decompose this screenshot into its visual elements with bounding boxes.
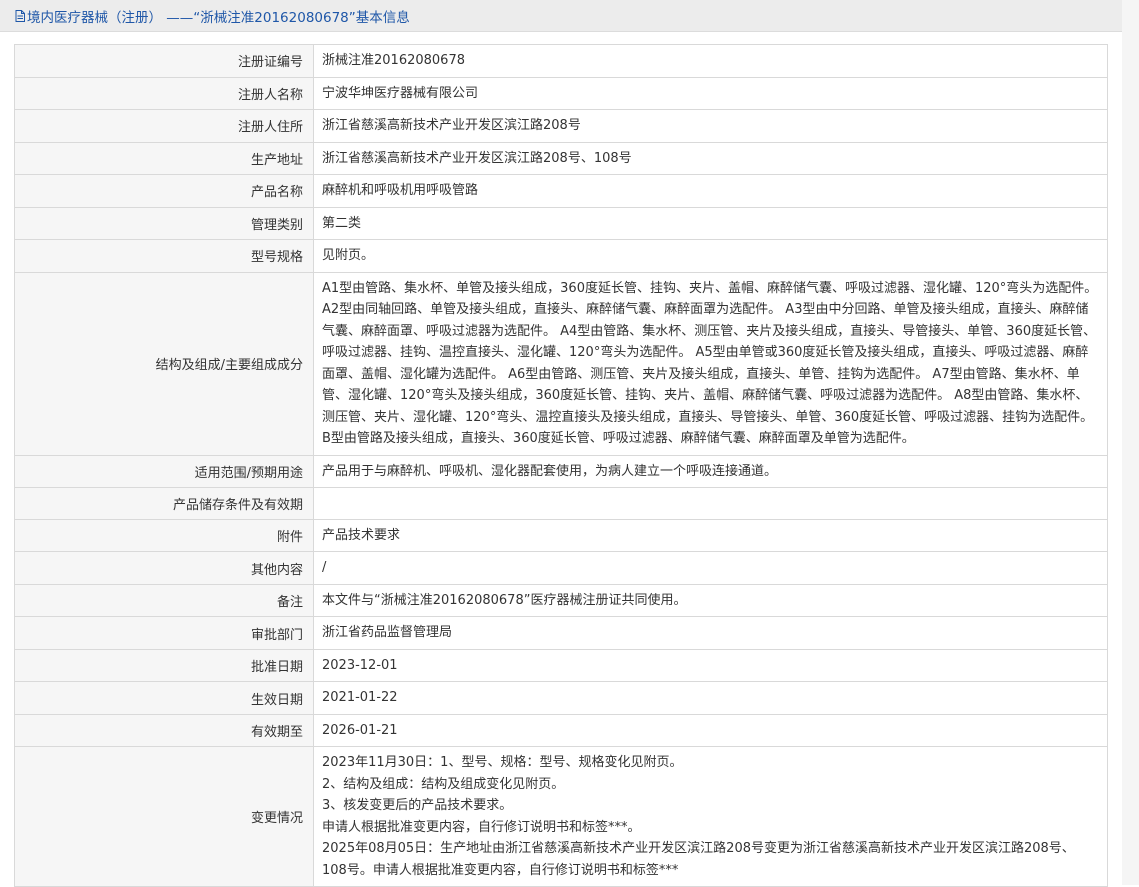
label-change-history: 变更情况 bbox=[14, 746, 314, 887]
table-row: 批准日期 2023-12-01 bbox=[14, 648, 1108, 683]
value-production-address: 浙江省慈溪高新技术产业开发区滨江路208号、108号 bbox=[313, 141, 1108, 175]
value-attachment: 产品技术要求 bbox=[313, 518, 1108, 553]
table-row: 产品储存条件及有效期 bbox=[14, 487, 1108, 520]
value-remarks: 本文件与“浙械注准20162080678”医疗器械注册证共同使用。 bbox=[313, 583, 1108, 618]
label-registration-number: 注册证编号 bbox=[14, 44, 314, 78]
table-row: 型号规格 见附页。 bbox=[14, 239, 1108, 273]
value-change-history: 2023年11月30日：1、型号、规格：型号、规格变化见附页。 2、结构及组成：结… bbox=[313, 746, 1108, 887]
change-line: 2025年08月05日：生产地址由浙江省慈溪高新技术产业开发区滨江路208号变更… bbox=[322, 841, 1075, 878]
table-row: 注册人住所 浙江省慈溪高新技术产业开发区滨江路208号 bbox=[14, 109, 1108, 143]
vertical-scrollbar[interactable] bbox=[1122, 0, 1139, 885]
table-row: 注册证编号 浙械注准20162080678 bbox=[14, 44, 1108, 78]
page-title: 境内医疗器械（注册） ——“浙械注准20162080678”基本信息 bbox=[27, 9, 410, 26]
page-header: 境内医疗器械（注册） ——“浙械注准20162080678”基本信息 bbox=[0, 0, 1122, 32]
label-approval-department: 审批部门 bbox=[14, 616, 314, 650]
label-approval-date: 批准日期 bbox=[14, 648, 314, 683]
value-other-content: / bbox=[313, 551, 1108, 585]
value-product-name: 麻醉机和呼吸机用呼吸管路 bbox=[313, 174, 1108, 208]
label-structure-composition: 结构及组成/主要组成成分 bbox=[14, 271, 314, 456]
document-icon bbox=[15, 9, 25, 22]
table-row: 管理类别 第二类 bbox=[14, 206, 1108, 240]
value-registrant-name: 宁波华坤医疗器械有限公司 bbox=[313, 76, 1108, 110]
label-intended-use: 适用范围/预期用途 bbox=[14, 454, 314, 488]
table-row: 生效日期 2021-01-22 bbox=[14, 681, 1108, 715]
change-line: 申请人根据批准变更内容，自行修订说明书和标签***。 bbox=[322, 819, 641, 835]
label-management-class: 管理类别 bbox=[14, 206, 314, 240]
label-storage-conditions: 产品储存条件及有效期 bbox=[14, 487, 314, 520]
value-model-spec: 见附页。 bbox=[313, 239, 1108, 273]
value-intended-use: 产品用于与麻醉机、呼吸机、湿化器配套使用，为病人建立一个呼吸连接通道。 bbox=[313, 454, 1108, 488]
value-storage-conditions bbox=[313, 487, 1108, 520]
label-attachment: 附件 bbox=[14, 518, 314, 553]
value-expiry-date: 2026-01-21 bbox=[313, 713, 1108, 748]
value-effective-date: 2021-01-22 bbox=[313, 681, 1108, 715]
table-row: 产品名称 麻醉机和呼吸机用呼吸管路 bbox=[14, 174, 1108, 208]
label-remarks: 备注 bbox=[14, 583, 314, 618]
label-expiry-date: 有效期至 bbox=[14, 713, 314, 748]
table-row: 有效期至 2026-01-21 bbox=[14, 713, 1108, 748]
label-other-content: 其他内容 bbox=[14, 551, 314, 585]
table-row: 附件 产品技术要求 bbox=[14, 518, 1108, 553]
table-row: 审批部门 浙江省药品监督管理局 bbox=[14, 616, 1108, 650]
table-row: 注册人名称 宁波华坤医疗器械有限公司 bbox=[14, 76, 1108, 110]
table-row: 备注 本文件与“浙械注准20162080678”医疗器械注册证共同使用。 bbox=[14, 583, 1108, 618]
label-registrant-name: 注册人名称 bbox=[14, 76, 314, 110]
label-model-spec: 型号规格 bbox=[14, 239, 314, 273]
label-product-name: 产品名称 bbox=[14, 174, 314, 208]
value-registration-number: 浙械注准20162080678 bbox=[313, 44, 1108, 78]
value-approval-date: 2023-12-01 bbox=[313, 648, 1108, 683]
table-row: 适用范围/预期用途 产品用于与麻醉机、呼吸机、湿化器配套使用，为病人建立一个呼吸连… bbox=[14, 454, 1108, 488]
label-registrant-address: 注册人住所 bbox=[14, 109, 314, 143]
value-structure-composition: A1型由管路、集水杯、单管及接头组成，360度延长管、挂钩、夹片、盖帽、麻醉储气… bbox=[313, 271, 1108, 456]
detail-table: 注册证编号 浙械注准20162080678 注册人名称 宁波华坤医疗器械有限公司 注册人… bbox=[14, 44, 1108, 887]
table-row: 其他内容 / bbox=[14, 551, 1108, 585]
change-line: 2023年11月30日：1、型号、规格：型号、规格变化见附页。 bbox=[322, 755, 683, 771]
label-production-address: 生产地址 bbox=[14, 141, 314, 175]
value-management-class: 第二类 bbox=[313, 206, 1108, 240]
change-line: 3、核发变更后的产品技术要求。 bbox=[322, 798, 513, 814]
value-registrant-address: 浙江省慈溪高新技术产业开发区滨江路208号 bbox=[313, 109, 1108, 143]
table-row: 生产地址 浙江省慈溪高新技术产业开发区滨江路208号、108号 bbox=[14, 141, 1108, 175]
table-row: 结构及组成/主要组成成分 A1型由管路、集水杯、单管及接头组成，360度延长管、挂… bbox=[14, 271, 1108, 456]
value-approval-department: 浙江省药品监督管理局 bbox=[313, 616, 1108, 650]
table-row: 变更情况 2023年11月30日：1、型号、规格：型号、规格变化见附页。 2、结构及… bbox=[14, 746, 1108, 887]
change-line: 2、结构及组成：结构及组成变化见附页。 bbox=[322, 776, 565, 792]
label-effective-date: 生效日期 bbox=[14, 681, 314, 715]
